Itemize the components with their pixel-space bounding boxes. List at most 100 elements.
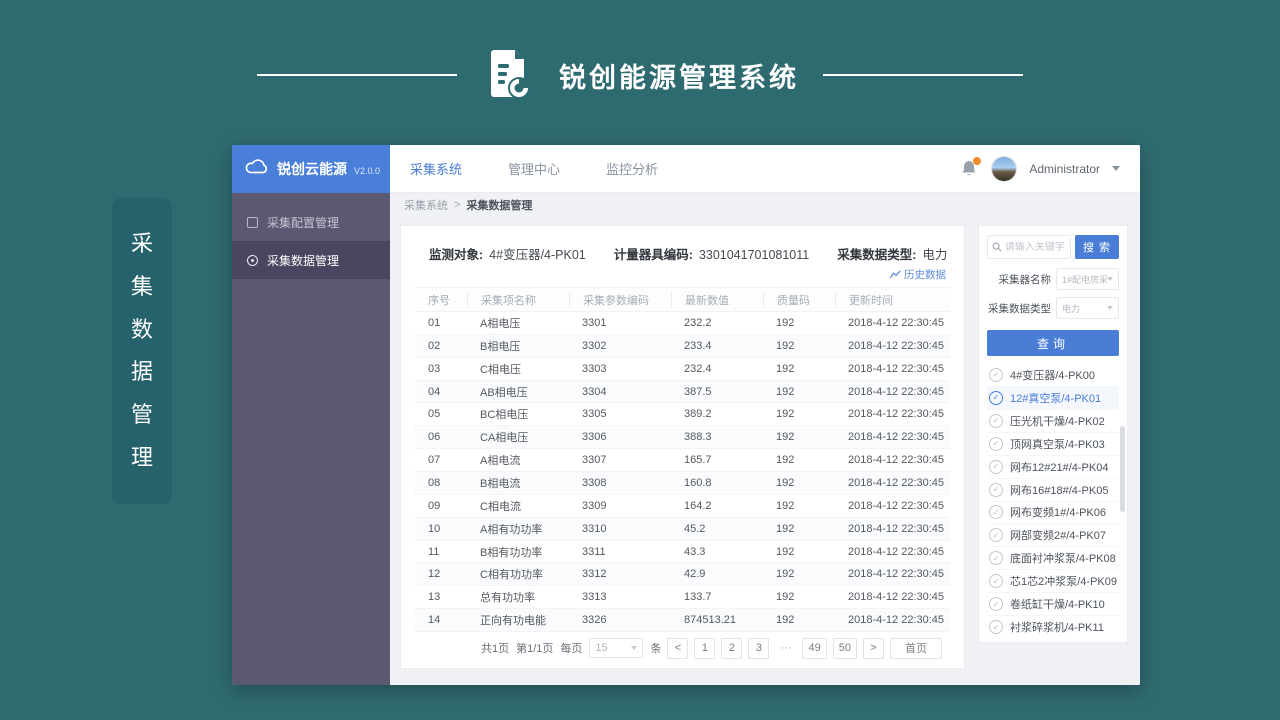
data-card: 监测对象:4#变压器/4-PK01计量器具编码:3301041701081011…	[400, 225, 965, 669]
device-list-item[interactable]: ✓网布16#18#/4-PK05	[987, 479, 1119, 502]
info-value: 4#变压器/4-PK01	[489, 248, 586, 262]
page-button[interactable]: 2	[721, 638, 742, 659]
table-cell: 232.4	[671, 363, 763, 375]
table-cell: 3310	[569, 523, 671, 535]
table-cell: 233.4	[671, 340, 763, 352]
check-circle-icon: ✓	[989, 483, 1003, 497]
document-pen-icon	[481, 46, 535, 105]
user-menu-caret-icon[interactable]	[1112, 166, 1120, 171]
data-type-select[interactable]: 电力	[1056, 297, 1119, 319]
device-list-item[interactable]: ✓网部变频2#/4-PK07	[987, 524, 1119, 547]
collector-name-select[interactable]: 1#配电房采集器	[1056, 268, 1119, 290]
breadcrumb-item[interactable]: 采集系统	[404, 197, 448, 213]
collector-filter-row: 采集器名称 1#配电房采集器	[987, 268, 1119, 290]
column-header: 采集项名称	[467, 292, 569, 308]
table-cell: 388.3	[671, 431, 763, 443]
device-list: ✓4#变压器/4-PK00✓12#真空泵/4-PK01✓压光机干燥/4-PK02…	[987, 364, 1119, 638]
query-button[interactable]: 查询	[987, 330, 1119, 356]
prev-page-button[interactable]: <	[667, 638, 688, 659]
table-cell: 164.2	[671, 500, 763, 512]
table-row: 03C相电压3303232.41922018-4-12 22:30:45	[415, 358, 950, 381]
page-background: 锐创能源管理系统 采集数据管理 锐创云能源 V2.0.0 采集配置管理采集数据管…	[0, 0, 1280, 720]
page-button[interactable]: 50	[833, 638, 857, 659]
per-page-select[interactable]: 15	[589, 638, 643, 658]
table-cell: 3301	[569, 317, 671, 329]
notification-badge	[973, 157, 981, 165]
history-data-link[interactable]: 历史数据	[890, 267, 946, 282]
line-chart-icon	[890, 270, 901, 279]
table-cell: 192	[763, 614, 835, 626]
device-list-item[interactable]: ✓底面衬冲浆泵/4-PK08	[987, 547, 1119, 570]
sidebar-item-data-manage[interactable]: 采集数据管理	[232, 241, 390, 279]
info-field: 监测对象:4#变压器/4-PK01	[429, 244, 586, 263]
notification-bell-icon[interactable]	[961, 159, 979, 179]
info-value: 3301041701081011	[699, 248, 809, 262]
table-cell: 3305	[569, 408, 671, 420]
search-button[interactable]: 搜 索	[1075, 235, 1119, 259]
collection-table: 序号采集项名称采集参数编码最新数值质量码更新时间 01A相电压3301232.2…	[415, 287, 950, 632]
table-cell: 14	[415, 614, 467, 626]
table-cell: 2018-4-12 22:30:45	[835, 591, 950, 603]
current-page-text: 第1/1页	[516, 640, 553, 656]
page-button[interactable]: 3	[748, 638, 769, 659]
total-pages-text: 共1页	[481, 640, 509, 656]
check-circle-icon: ✓	[989, 505, 1003, 519]
table-cell: 45.2	[671, 523, 763, 535]
data-icon	[247, 255, 258, 266]
per-page-label: 每页	[560, 640, 582, 656]
table-cell: 3326	[569, 614, 671, 626]
first-page-button[interactable]: 首页	[890, 638, 942, 659]
check-circle-icon: ✓	[989, 437, 1003, 451]
nav-tab[interactable]: 采集系统	[410, 159, 462, 178]
device-name: 网布变频1#/4-PK06	[1010, 504, 1106, 520]
table-row: 10A相有功功率331045.21922018-4-12 22:30:45	[415, 518, 950, 541]
table-cell: 192	[763, 340, 835, 352]
page-button[interactable]: 1	[694, 638, 715, 659]
table-cell: 192	[763, 317, 835, 329]
table-cell: 05	[415, 408, 467, 420]
table-cell: 3309	[569, 500, 671, 512]
device-list-item[interactable]: ✓ 顶网真空泵/4-PK03	[987, 433, 1119, 456]
breadcrumb-item[interactable]: 采集数据管理	[466, 197, 532, 213]
device-list-item[interactable]: ✓衬浆碎浆机/4-PK11	[987, 616, 1119, 638]
filter-panel: 搜 索 采集器名称 1#配电房采集器 采集数据类型 电力	[978, 225, 1128, 643]
table-cell: 13	[415, 591, 467, 603]
scrollbar-thumb[interactable]	[1120, 426, 1125, 512]
avatar[interactable]	[991, 156, 1017, 182]
data-type-label: 采集数据类型	[987, 301, 1051, 316]
table-cell: 2018-4-12 22:30:45	[835, 363, 950, 375]
device-list-item[interactable]: ✓芯1芯2冲浆泵/4-PK09	[987, 570, 1119, 593]
search-icon	[992, 241, 1002, 253]
page-title: 锐创能源管理系统	[559, 56, 799, 95]
device-list-item[interactable]: ✓ 网布变频1#/4-PK06	[987, 502, 1119, 525]
per-page-value: 15	[595, 642, 607, 654]
device-list-item[interactable]: ✓压光机干燥/4-PK02	[987, 410, 1119, 433]
table-row: 01A相电压3301232.21922018-4-12 22:30:45	[415, 312, 950, 335]
top-bar: 采集系统管理中心监控分析 Administrator	[390, 145, 1140, 193]
search-input[interactable]	[1005, 242, 1066, 253]
device-list-item[interactable]: ✓4#变压器/4-PK00	[987, 364, 1119, 387]
device-name: 12#真空泵/4-PK01	[1010, 390, 1101, 406]
device-list-item[interactable]: ✓卷纸缸干燥/4-PK10	[987, 593, 1119, 616]
side-tag-char: 采	[131, 233, 153, 255]
table-cell: 874513.21	[671, 614, 763, 626]
page-buttons: <123···4950>	[667, 638, 884, 659]
nav-tab[interactable]: 管理中心	[508, 159, 560, 178]
page-button[interactable]: 49	[802, 638, 826, 659]
next-page-button[interactable]: >	[863, 638, 884, 659]
table-cell: 192	[763, 568, 835, 580]
table-cell: 04	[415, 386, 467, 398]
sidebar-item-config-manage[interactable]: 采集配置管理	[232, 203, 390, 241]
column-header: 质量码	[763, 292, 835, 308]
table-cell: 06	[415, 431, 467, 443]
device-list-item[interactable]: ✓网布12#21#/4-PK04	[987, 456, 1119, 479]
table-cell: 192	[763, 408, 835, 420]
device-list-item[interactable]: ✓12#真空泵/4-PK01	[987, 387, 1119, 410]
nav-tab[interactable]: 监控分析	[606, 159, 658, 178]
device-name: 顶网真空泵/4-PK03	[1010, 436, 1105, 452]
table-cell: 43.3	[671, 546, 763, 558]
collector-name-label: 采集器名称	[987, 272, 1051, 287]
cloud-icon	[244, 158, 270, 180]
chevron-down-icon	[631, 646, 637, 650]
history-row: 历史数据	[415, 265, 950, 287]
